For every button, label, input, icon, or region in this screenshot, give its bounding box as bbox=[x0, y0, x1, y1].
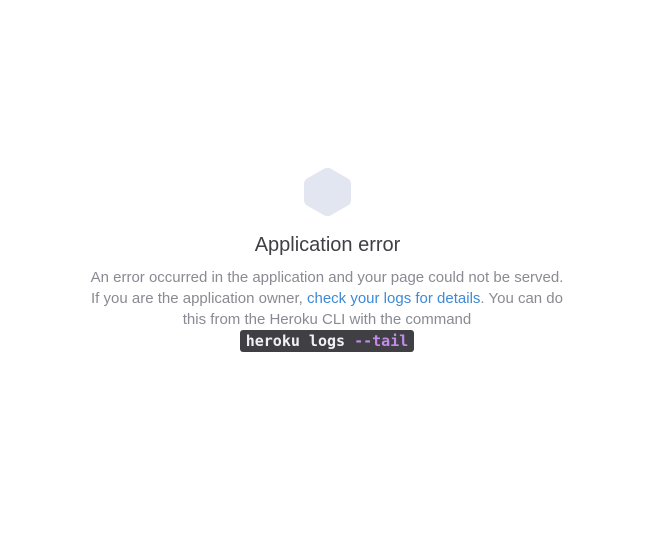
error-message: An error occurred in the application and… bbox=[90, 267, 564, 352]
error-title: Application error bbox=[254, 234, 401, 256]
hexagon-icon bbox=[304, 168, 351, 216]
cli-command-base: heroku logs bbox=[245, 332, 355, 350]
cli-command-flag: --tail bbox=[354, 332, 409, 350]
logs-link[interactable]: check your logs for details bbox=[307, 290, 480, 307]
error-page: Application error An error occurred in t… bbox=[0, 0, 659, 540]
cli-command: heroku logs --tail bbox=[239, 330, 415, 352]
